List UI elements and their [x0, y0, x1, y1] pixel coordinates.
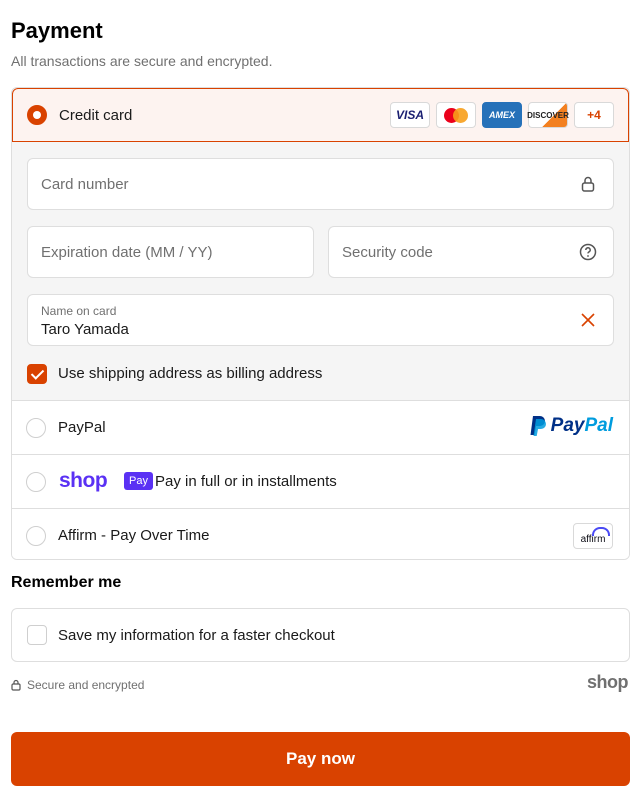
card-number-field[interactable]: Card number	[27, 158, 614, 210]
paypal-logo-text-pay: Pay	[550, 415, 585, 436]
shop-footer-logo: shop	[587, 672, 629, 692]
payment-methods: Credit card VISA AMEX DISCOVER +4 Card n…	[11, 87, 630, 560]
billing-address-label: Use shipping address as billing address	[58, 365, 323, 382]
shop-pay-badge: Pay	[124, 472, 153, 490]
expiration-placeholder: Expiration date (MM / YY)	[41, 244, 213, 261]
secure-notice: Secure and encrypted	[11, 678, 144, 692]
billing-address-checkbox[interactable]	[27, 364, 47, 384]
paypal-radio[interactable]	[26, 418, 46, 438]
credit-card-label: Credit card	[59, 107, 133, 124]
payment-option-shop-pay[interactable]: shop Pay Pay in full or in installments	[12, 454, 629, 508]
card-brand-logos: VISA AMEX DISCOVER +4	[390, 102, 614, 128]
card-form: Card number Expiration date (MM / YY) Se…	[12, 142, 629, 400]
payment-option-affirm[interactable]: Affirm - Pay Over Time affirm	[12, 508, 629, 559]
remember-me-option[interactable]: Save my information for a faster checkou…	[11, 608, 630, 662]
save-info-checkbox[interactable]	[27, 625, 47, 645]
security-code-field[interactable]: Security code	[328, 226, 614, 278]
name-on-card-field[interactable]: Name on card Taro Yamada	[27, 294, 614, 346]
affirm-label: Affirm - Pay Over Time	[58, 527, 210, 544]
amex-logo: AMEX	[482, 102, 522, 128]
card-number-placeholder: Card number	[41, 176, 129, 193]
lock-icon	[11, 679, 21, 691]
more-cards-badge: +4	[574, 102, 614, 128]
credit-card-radio[interactable]	[27, 105, 47, 125]
name-on-card-value: Taro Yamada	[41, 321, 129, 338]
expiration-date-field[interactable]: Expiration date (MM / YY)	[27, 226, 314, 278]
lock-icon	[581, 176, 595, 192]
shop-logo: shop	[59, 469, 108, 492]
page-title: Payment	[11, 18, 103, 43]
paypal-logo-text-pal: Pal	[584, 415, 613, 436]
pay-now-button[interactable]: Pay now	[11, 732, 630, 786]
paypal-p-icon	[530, 416, 546, 436]
visa-logo: VISA	[390, 102, 430, 128]
affirm-radio[interactable]	[26, 526, 46, 546]
affirm-logo: affirm	[573, 523, 613, 549]
secure-text: Secure and encrypted	[27, 678, 145, 692]
save-info-label: Save my information for a faster checkou…	[58, 627, 335, 644]
name-on-card-label: Name on card	[41, 304, 117, 318]
mastercard-logo	[436, 102, 476, 128]
error-x-icon	[581, 313, 595, 327]
shop-pay-label: Pay in full or in installments	[155, 473, 337, 490]
payment-option-credit-card[interactable]: Credit card VISA AMEX DISCOVER +4	[12, 88, 629, 142]
help-circle-icon[interactable]	[579, 243, 597, 261]
paypal-logo: PayPal	[529, 415, 613, 437]
remember-me-title: Remember me	[11, 574, 122, 591]
payment-option-paypal[interactable]: PayPal PayPal	[12, 400, 629, 454]
page-subtitle: All transactions are secure and encrypte…	[11, 53, 273, 69]
shop-pay-radio[interactable]	[26, 472, 46, 492]
paypal-label: PayPal	[58, 419, 106, 436]
discover-logo: DISCOVER	[527, 102, 569, 128]
security-code-placeholder: Security code	[342, 244, 433, 261]
